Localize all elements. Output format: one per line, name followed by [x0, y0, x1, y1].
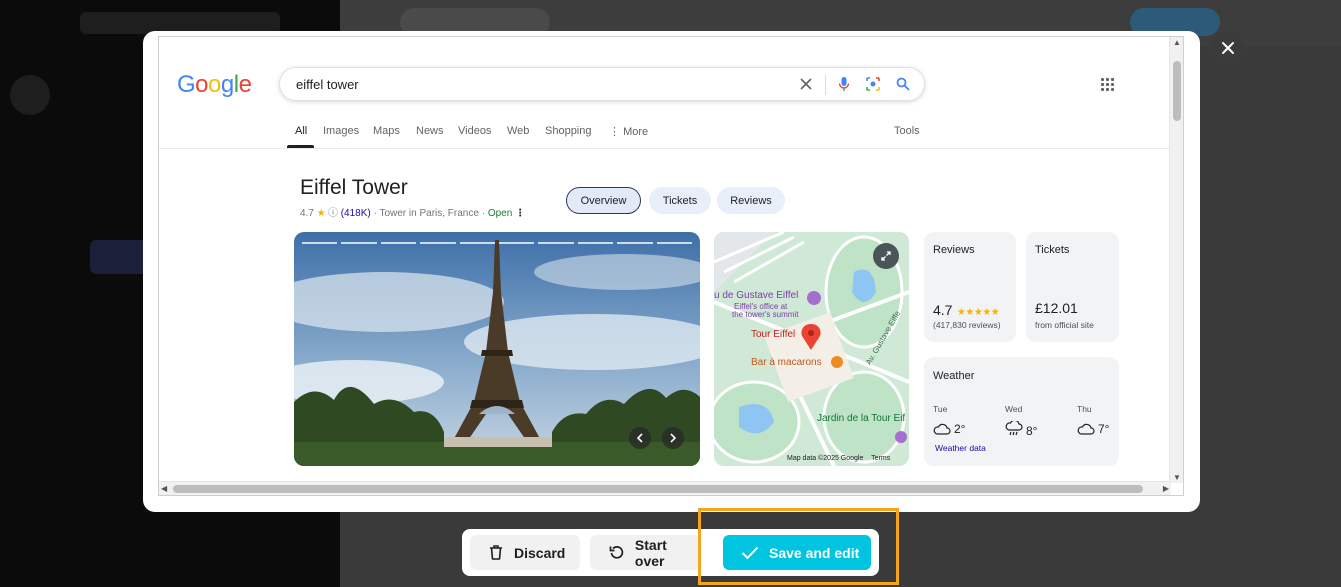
close-icon	[1221, 41, 1234, 54]
reviews-card-count: (417,830 reviews)	[933, 320, 1001, 330]
carousel-prev-button[interactable]	[629, 427, 651, 449]
tab-all[interactable]: All	[295, 125, 307, 137]
captured-page-viewport[interactable]: Google eiffel tower All Images Maps News…	[158, 36, 1184, 496]
tab-more-label: More	[623, 126, 649, 138]
tickets-card-title: Tickets	[1035, 244, 1070, 256]
expand-icon	[881, 251, 891, 261]
search-icon[interactable]	[894, 75, 912, 93]
map-terms-link[interactable]: Terms	[871, 455, 890, 462]
clear-search-icon[interactable]	[797, 75, 815, 93]
tab-images[interactable]: Images	[323, 125, 359, 137]
reviews-card-title: Reviews	[933, 244, 975, 256]
more-vert-icon: ⋮	[609, 126, 624, 138]
weather-day-wed: Wed	[1005, 404, 1023, 414]
reviews-card-rating-row: 4.7 ★★★★★	[933, 302, 1000, 320]
eiffel-tower-photo[interactable]	[294, 232, 700, 466]
chip-reviews[interactable]: Reviews	[717, 187, 785, 214]
header-divider	[159, 148, 1171, 149]
tab-web[interactable]: Web	[507, 125, 529, 137]
tab-news[interactable]: News	[416, 125, 444, 137]
tickets-card-price: £12.01	[1035, 300, 1078, 316]
search-query-text[interactable]: eiffel tower	[296, 77, 359, 92]
close-modal-button[interactable]	[1211, 31, 1244, 64]
discard-label: Discard	[514, 544, 566, 561]
star-icon: ★	[316, 208, 326, 219]
map-label-office-line2: the tower's summit	[732, 310, 799, 319]
entity-subtitle: 4.7 ★ ⓘ (418K) · Tower in Paris, France …	[300, 204, 525, 219]
carousel-next-button[interactable]	[662, 427, 684, 449]
weather-card[interactable]: Weather Tue Wed Thu 2° 8° 7° Weather dat…	[924, 357, 1119, 466]
rain-cloud-icon	[1005, 421, 1023, 436]
entity-rating-count[interactable]: (418K)	[341, 208, 371, 219]
map-label-bar: Bar à macarons	[751, 357, 822, 368]
tickets-card-source: from official site	[1035, 320, 1094, 330]
weather-temp-wed: 8°	[1026, 424, 1038, 438]
cloud-icon	[1077, 423, 1095, 435]
horizontal-scroll-thumb[interactable]	[173, 485, 1143, 493]
weather-temp-tue: 2°	[954, 422, 966, 436]
chevron-right-icon	[670, 433, 677, 443]
trash-icon	[490, 545, 502, 560]
lens-icon[interactable]	[864, 75, 882, 93]
weather-temp-thu: 7°	[1098, 422, 1110, 436]
search-input[interactable]: eiffel tower	[279, 67, 925, 101]
tab-maps[interactable]: Maps	[373, 125, 400, 137]
map-attribution: Map data ©2025 Google Terms	[787, 455, 891, 462]
google-apps-icon[interactable]	[1101, 78, 1115, 92]
more-options-icon[interactable]: ⋮	[515, 208, 525, 219]
tab-shopping[interactable]: Shopping	[545, 125, 592, 137]
entity-rating: 4.7	[300, 208, 314, 219]
scroll-up-icon[interactable]: ▲	[1173, 38, 1181, 47]
reviews-card-rating: 4.7	[933, 302, 953, 318]
entity-type: · Tower in Paris, France ·	[373, 208, 486, 219]
tools-button[interactable]: Tools	[894, 125, 920, 137]
microphone-icon[interactable]	[835, 75, 853, 93]
weather-day-tue: Tue	[933, 404, 948, 414]
info-icon[interactable]: ⓘ	[328, 208, 338, 219]
weather-data-link[interactable]: Weather data	[935, 443, 986, 453]
weather-card-title: Weather	[933, 370, 975, 382]
vertical-scroll-thumb[interactable]	[1173, 61, 1181, 121]
vertical-scrollbar[interactable]: ▲ ▼	[1169, 37, 1183, 483]
map-label-tower: Tour Eiffel	[751, 329, 796, 340]
start-over-button[interactable]: Start over	[590, 535, 700, 570]
scroll-left-icon[interactable]: ◀	[161, 484, 167, 493]
save-button-highlight-frame	[698, 508, 899, 585]
entity-title: Eiffel Tower	[300, 176, 408, 199]
restart-icon	[609, 546, 624, 559]
chip-overview[interactable]: Overview	[566, 187, 641, 214]
tab-more[interactable]: ⋮ More	[609, 125, 648, 138]
chip-tickets[interactable]: Tickets	[649, 187, 711, 214]
carousel-progress	[302, 242, 693, 244]
map-label-garden: Jardin de la Tour Eif	[817, 413, 906, 424]
tickets-card[interactable]: Tickets £12.01 from official site	[1026, 232, 1119, 342]
reviews-card[interactable]: Reviews 4.7 ★★★★★ (417,830 reviews)	[924, 232, 1016, 342]
five-star-icon: ★★★★★	[956, 307, 1000, 318]
google-logo[interactable]: Google	[177, 71, 252, 99]
scroll-right-icon[interactable]: ▶	[1163, 484, 1169, 493]
chevron-left-icon	[636, 433, 643, 443]
horizontal-scrollbar[interactable]: ◀ ▶	[159, 481, 1171, 495]
location-map[interactable]: u de Gustave Eiffel Eiffel's office at t…	[714, 232, 909, 466]
map-label-museum: u de Gustave Eiffel	[714, 290, 799, 301]
start-over-label: Start over	[634, 536, 667, 569]
discard-button[interactable]: Discard	[470, 535, 580, 570]
scroll-down-icon[interactable]: ▼	[1173, 473, 1181, 482]
tab-videos[interactable]: Videos	[458, 125, 491, 137]
search-divider	[825, 75, 826, 95]
open-status: Open	[487, 208, 513, 219]
map-expand-button[interactable]	[873, 243, 899, 269]
cloud-icon	[933, 423, 951, 435]
weather-day-thu: Thu	[1077, 404, 1092, 414]
